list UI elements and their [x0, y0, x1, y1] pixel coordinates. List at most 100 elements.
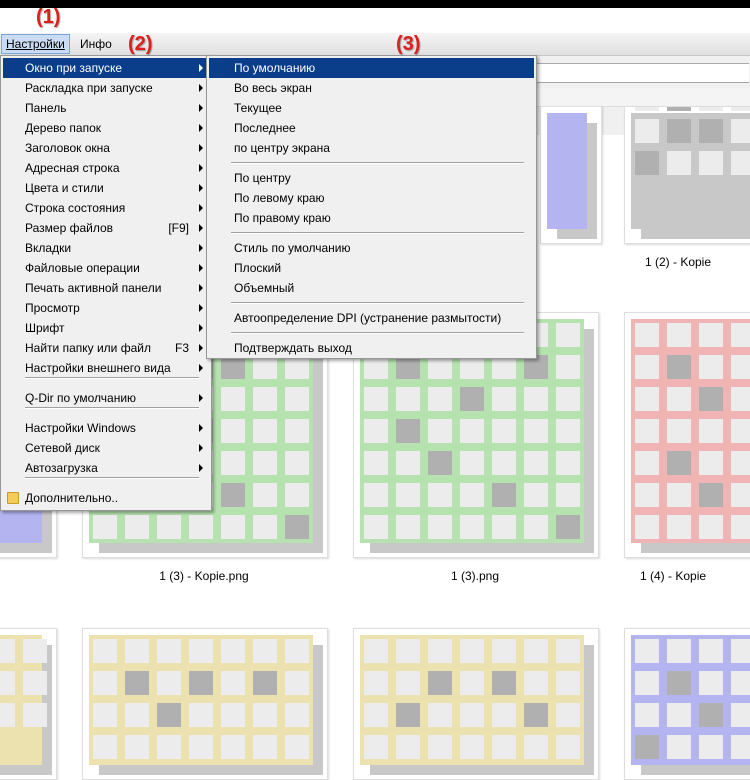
settings-menu-item[interactable]: Размер файлов [F9]: [3, 218, 209, 238]
settings-menu-item[interactable]: Заголовок окна: [3, 138, 209, 158]
thumbnail-grid-cell: [635, 419, 659, 443]
thumbnail-grid-cell: [428, 671, 452, 695]
thumbnail-grid-cell: [667, 735, 691, 759]
startup-option-label: По левому краю: [234, 191, 325, 205]
thumbnail-grid-cell: [428, 483, 452, 507]
startup-option[interactable]: По левому краю: [209, 188, 534, 208]
settings-menu-item[interactable]: Адресная строка: [3, 158, 209, 178]
thumbnail-grid-cell: [364, 419, 388, 443]
menu-settings[interactable]: Настройки: [1, 34, 70, 54]
settings-menu-item[interactable]: Автозагрузка: [3, 458, 209, 478]
thumbnail-grid-cell: [396, 451, 420, 475]
settings-menu-item[interactable]: Сетевой диск: [3, 438, 209, 458]
thumbnail-grid-cell: [492, 735, 516, 759]
thumbnail-grid-cell: [364, 387, 388, 411]
thumbnail-grid-cell: [93, 639, 117, 663]
startup-option-label: Подтверждать выход: [234, 341, 352, 355]
submenu-arrow-icon: [199, 204, 203, 212]
startup-option[interactable]: Текущее: [209, 98, 534, 118]
thumbnail-grid-cell: [699, 119, 723, 143]
thumbnail-image: [631, 107, 750, 239]
thumbnail-grid-cell: [556, 703, 580, 727]
thumbnail-grid-cell: [667, 703, 691, 727]
thumbnail-grid-cell: [253, 387, 277, 411]
startup-option[interactable]: Автоопределение DPI (устранение размытос…: [209, 308, 534, 328]
file-thumbnail[interactable]: [624, 628, 750, 780]
file-caption[interactable]: 1 (2) - Kopie: [578, 255, 750, 269]
file-thumbnail[interactable]: [540, 106, 602, 244]
thumbnail-grid-cell: [524, 483, 548, 507]
thumbnail-grid-cell: [524, 387, 548, 411]
settings-menu-item[interactable]: Дополнительно..: [3, 488, 209, 508]
thumbnail-grid-cell: [285, 735, 309, 759]
settings-menu-item[interactable]: Панель: [3, 98, 209, 118]
startup-option[interactable]: Во весь экран: [209, 78, 534, 98]
startup-option[interactable]: Объемный: [209, 278, 534, 298]
thumbnail-grid-cell: [285, 671, 309, 695]
submenu-arrow-icon: [199, 124, 203, 132]
settings-menu-item[interactable]: Цвета и стили: [3, 178, 209, 198]
address-bar[interactable]: [536, 63, 749, 83]
thumbnail-grid-cell: [460, 515, 484, 539]
startup-option[interactable]: Стиль по умолчанию: [209, 238, 534, 258]
thumbnail-grid-cell: [23, 671, 47, 695]
thumbnail-grid-cell: [731, 323, 750, 347]
submenu-arrow-icon: [199, 444, 203, 452]
thumbnail-grid-cell: [667, 355, 691, 379]
menu-info[interactable]: Инфо: [76, 35, 116, 53]
startup-option[interactable]: Последнее: [209, 118, 534, 138]
file-caption[interactable]: 1 (3).png: [375, 569, 575, 583]
thumbnail-grid-cell: [221, 451, 245, 475]
settings-menu-item[interactable]: Строка состояния: [3, 198, 209, 218]
file-caption[interactable]: 1 (3) - Kopie.png: [104, 569, 304, 583]
file-thumbnail[interactable]: [353, 628, 599, 780]
thumbnail-grid-cell: [699, 735, 723, 759]
settings-menu-item[interactable]: Настройки Windows: [3, 418, 209, 438]
thumbnail-grid-cell: [524, 735, 548, 759]
startup-option[interactable]: по центру экрана: [209, 138, 534, 158]
submenu-arrow-icon: [199, 184, 203, 192]
settings-menu-item[interactable]: Окно при запуске: [3, 58, 209, 78]
file-thumbnail[interactable]: [0, 628, 57, 780]
thumbnail-grid-cell: [667, 483, 691, 507]
settings-menu-item[interactable]: Вкладки: [3, 238, 209, 258]
startup-option[interactable]: Плоский: [209, 258, 534, 278]
thumbnail-grid-cell: [635, 323, 659, 347]
settings-menu-item-label: Раскладка при запуске: [25, 81, 153, 95]
settings-menu-item[interactable]: Печать активной панели: [3, 278, 209, 298]
startup-option[interactable]: По центру: [209, 168, 534, 188]
thumbnail-grid-cell: [460, 419, 484, 443]
thumbnail-grid-cell: [699, 151, 723, 175]
submenu-arrow-icon: [199, 304, 203, 312]
thumbnail-image: [631, 319, 750, 553]
thumbnail-grid-cell: [667, 451, 691, 475]
startup-option[interactable]: По умолчанию: [209, 58, 534, 78]
settings-menu-item-label: Дерево папок: [25, 121, 101, 135]
startup-option[interactable]: По правому краю: [209, 208, 534, 228]
thumbnail-grid-cell: [396, 387, 420, 411]
settings-menu-item[interactable]: Шрифт: [3, 318, 209, 338]
thumbnail-grid-cell: [699, 483, 723, 507]
file-thumbnail[interactable]: [624, 312, 750, 558]
settings-menu-item[interactable]: Просмотр: [3, 298, 209, 318]
thumbnail-grid-cell: [364, 703, 388, 727]
thumbnail-grid-cell: [364, 639, 388, 663]
settings-menu-item[interactable]: Файловые операции: [3, 258, 209, 278]
thumbnail-grid-cell: [556, 419, 580, 443]
file-thumbnail[interactable]: [624, 106, 750, 244]
thumbnail-grid-cell: [699, 639, 723, 663]
settings-menu-item[interactable]: Раскладка при запуске: [3, 78, 209, 98]
settings-menu-item[interactable]: Настройки внешнего вида: [3, 358, 209, 378]
thumbnail-grid-cell: [731, 419, 750, 443]
settings-menu-item[interactable]: Дерево папок: [3, 118, 209, 138]
submenu-arrow-icon: [199, 164, 203, 172]
thumbnail-grid-cell: [396, 639, 420, 663]
submenu-arrow-icon: [199, 244, 203, 252]
settings-menu-item[interactable]: Найти папку или файл F3: [3, 338, 209, 358]
menu-separator: [25, 407, 199, 409]
file-thumbnail[interactable]: [82, 628, 328, 780]
settings-menu-item[interactable]: Q-Dir по умолчанию: [3, 388, 209, 408]
file-caption[interactable]: 1 (4) - Kopie: [640, 569, 750, 583]
startup-option[interactable]: Подтверждать выход: [209, 338, 534, 358]
thumbnail-grid-cell: [667, 671, 691, 695]
